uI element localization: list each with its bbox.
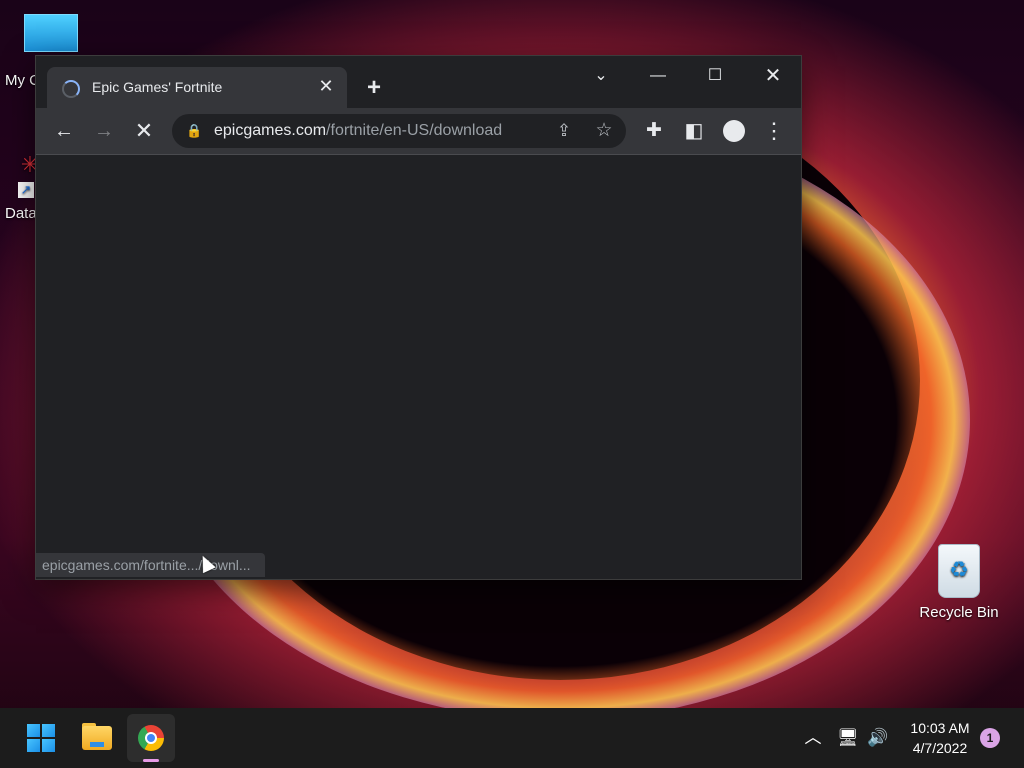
lock-icon[interactable]: 🔒 xyxy=(186,123,202,139)
tab-title: Epic Games' Fortnite xyxy=(92,79,223,95)
windows-logo-icon xyxy=(27,739,40,752)
windows-logo-icon xyxy=(42,739,55,752)
back-button[interactable]: ← xyxy=(49,116,79,146)
extensions-puzzle-icon[interactable]: ✚ xyxy=(639,116,669,146)
windows-logo-icon xyxy=(27,724,40,737)
stop-loading-button[interactable]: ✕ xyxy=(129,116,159,146)
browser-toolbar: ← → ✕ 🔒 epicgames.com/fortnite/en-US/dow… xyxy=(36,108,801,155)
recycle-bin-icon: ♻ xyxy=(938,544,980,598)
notification-badge[interactable]: 1 xyxy=(980,728,1000,748)
url-host: epicgames.com xyxy=(214,122,327,139)
windows-logo-icon xyxy=(42,724,55,737)
chrome-icon xyxy=(138,725,164,751)
start-button[interactable] xyxy=(17,714,65,762)
clock-date: 4/7/2022 xyxy=(912,740,968,756)
loading-spinner-icon xyxy=(62,80,80,98)
close-tab-icon[interactable]: ✕ xyxy=(315,75,337,97)
status-bubble: epicgames.com/fortnite.../downl... xyxy=(36,553,265,577)
desktop-icon-label: Recycle Bin xyxy=(919,604,999,621)
minimize-button[interactable]: — xyxy=(638,62,678,90)
recycle-symbol-icon: ♻ xyxy=(949,557,969,582)
desktop-icon-label: My C xyxy=(5,72,40,89)
browser-window: Epic Games' Fortnite ✕ + ⌄ — ☐ ✕ ← → ✕ 🔒… xyxy=(36,56,801,579)
side-panel-icon[interactable]: ◧ xyxy=(679,116,709,146)
bookmark-star-icon[interactable]: ☆ xyxy=(592,119,616,143)
profile-avatar-button[interactable] xyxy=(719,116,749,146)
taskbar: ︿ 🖥 🔊 10:03 AM 4/7/2022 1 xyxy=(0,708,1024,768)
forward-button[interactable]: → xyxy=(89,116,119,146)
monitor-icon xyxy=(24,14,78,52)
share-icon[interactable]: ⇪ xyxy=(552,119,576,143)
chrome-icon-center xyxy=(145,732,157,744)
avatar-icon xyxy=(723,120,745,142)
system-clock[interactable]: 10:03 AM 4/7/2022 xyxy=(900,718,980,758)
page-content xyxy=(36,155,801,579)
url-text[interactable]: epicgames.com/fortnite/en-US/download xyxy=(214,122,502,140)
shortcut-arrow-icon: ↗ xyxy=(18,182,34,198)
volume-icon[interactable]: 🔊 xyxy=(862,722,894,754)
chrome-menu-icon[interactable]: ⋮ xyxy=(759,116,789,146)
chrome-taskbar-button[interactable] xyxy=(127,714,175,762)
url-path: /fortnite/en-US/download xyxy=(326,122,503,139)
show-hidden-icons-chevron-up-icon[interactable]: ︿ xyxy=(797,722,829,754)
file-explorer-button[interactable] xyxy=(73,714,121,762)
maximize-button[interactable]: ☐ xyxy=(695,62,735,90)
running-indicator xyxy=(143,759,159,762)
close-window-button[interactable]: ✕ xyxy=(753,62,793,90)
address-bar[interactable]: 🔒 epicgames.com/fortnite/en-US/download … xyxy=(172,114,626,148)
tab-active[interactable]: Epic Games' Fortnite ✕ xyxy=(47,67,347,108)
folder-icon xyxy=(90,742,104,747)
new-tab-button[interactable]: + xyxy=(360,74,388,102)
clock-time: 10:03 AM xyxy=(910,720,970,736)
network-icon[interactable]: 🖥 xyxy=(832,722,864,754)
tab-strip: Epic Games' Fortnite ✕ + ⌄ — ☐ ✕ xyxy=(36,56,801,108)
desktop-icon-label: Data xyxy=(5,205,37,222)
tab-search-icon[interactable]: ⌄ xyxy=(581,62,621,90)
